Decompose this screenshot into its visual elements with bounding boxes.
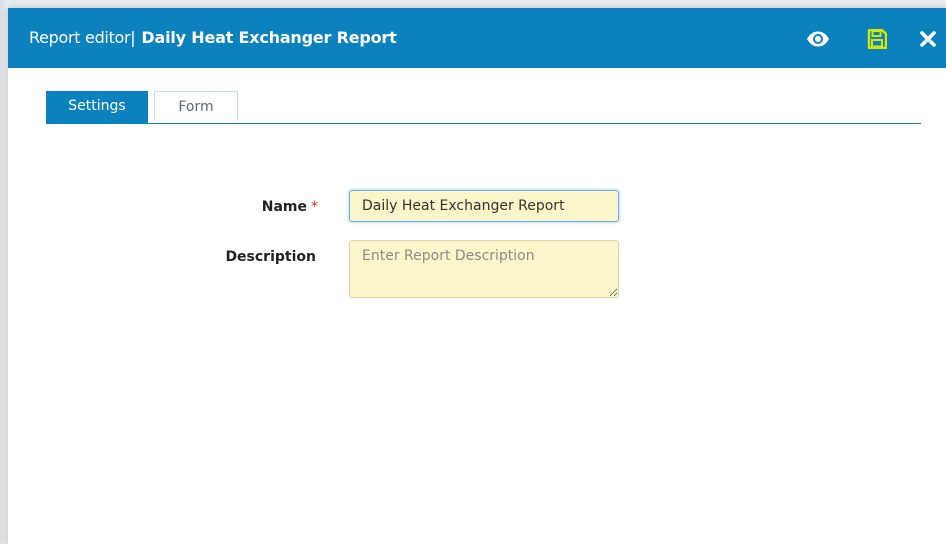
tab-bar: Settings Form: [46, 91, 921, 124]
close-button[interactable]: [914, 25, 942, 53]
save-icon: [867, 29, 887, 49]
report-name-title: Daily Heat Exchanger Report: [141, 28, 397, 47]
eye-icon: [807, 31, 829, 47]
preview-button[interactable]: [804, 25, 832, 53]
save-button[interactable]: [863, 25, 891, 53]
dialog-header: Report editor| Daily Heat Exchanger Repor…: [8, 8, 946, 68]
report-editor-dialog: Report editor| Daily Heat Exchanger Repor…: [8, 8, 946, 544]
close-icon: [920, 31, 936, 47]
description-input[interactable]: [349, 240, 619, 298]
title-prefix: Report editor|: [29, 28, 136, 47]
description-label: Description: [225, 249, 316, 265]
backdrop: [0, 0, 8, 544]
name-label-text: Name: [261, 199, 307, 215]
tab-form[interactable]: Form: [154, 91, 238, 121]
name-input[interactable]: [349, 190, 619, 222]
tab-settings[interactable]: Settings: [46, 91, 148, 123]
required-marker: *: [311, 199, 318, 215]
dialog-title: Report editor| Daily Heat Exchanger Repor…: [29, 27, 397, 49]
name-label: Name *: [188, 199, 318, 215]
